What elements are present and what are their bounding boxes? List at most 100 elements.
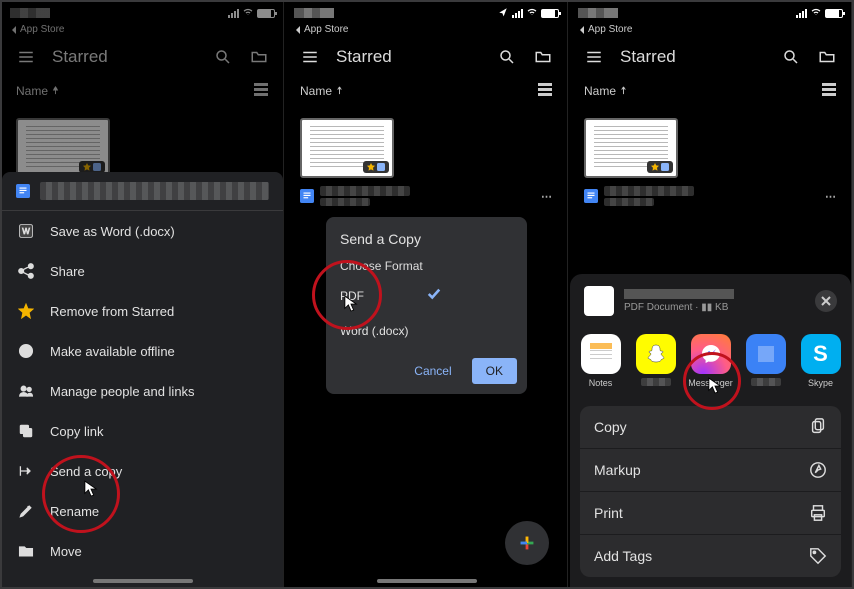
menu-icon[interactable] <box>584 47 604 67</box>
starred-badge <box>363 161 389 173</box>
menu-copy-link[interactable]: Copy link <box>2 411 283 451</box>
share-filename-redacted <box>624 289 734 299</box>
app-bar: Starred <box>2 37 283 77</box>
menu-available-offline[interactable]: Make available offline <box>2 331 283 371</box>
status-bar <box>2 2 283 22</box>
home-indicator <box>377 579 477 583</box>
clock-blur <box>578 8 618 18</box>
page-title: Starred <box>620 47 765 67</box>
ok-button[interactable]: OK <box>472 358 517 384</box>
skype-app-icon: S <box>801 334 841 374</box>
app-label-redacted <box>641 378 671 386</box>
share-app-skype[interactable]: S Skype <box>798 334 843 388</box>
page-title: Starred <box>336 47 481 67</box>
action-print[interactable]: Print <box>580 492 841 535</box>
more-icon[interactable]: ⋯ <box>825 190 837 203</box>
search-icon[interactable] <box>213 47 233 67</box>
view-toggle-icon[interactable] <box>537 81 553 100</box>
docs-file-icon <box>16 184 30 198</box>
sort-row: Name <box>286 77 567 108</box>
folder-icon[interactable] <box>817 47 837 67</box>
sort-row: Name <box>570 77 851 108</box>
action-copy[interactable]: Copy <box>580 406 841 449</box>
ios-share-sheet: PDF Document · ▮▮ KB Notes Messenger <box>570 274 851 587</box>
copy-icon <box>809 418 827 436</box>
sort-button[interactable]: Name <box>584 84 628 98</box>
menu-rename[interactable]: Rename <box>2 491 283 531</box>
share-app-snap[interactable] <box>633 334 678 388</box>
menu-manage-people[interactable]: Manage people and links <box>2 371 283 411</box>
view-toggle-icon[interactable] <box>821 81 837 100</box>
home-indicator <box>93 579 193 583</box>
back-to-appstore[interactable]: App Store <box>570 22 851 37</box>
choose-format-label: Choose Format <box>326 255 527 277</box>
app-label-redacted <box>751 378 781 386</box>
app-bar: Starred <box>286 37 567 77</box>
format-option-pdf[interactable]: PDF <box>326 277 527 314</box>
action-markup[interactable]: Markup <box>580 449 841 492</box>
more-icon[interactable]: ⋯ <box>541 190 553 203</box>
location-icon <box>498 7 508 20</box>
folder-icon[interactable] <box>249 47 269 67</box>
share-app-notes[interactable]: Notes <box>578 334 623 388</box>
wifi-icon <box>243 7 253 20</box>
snap-app-icon <box>636 334 676 374</box>
svg-text:W: W <box>22 227 30 236</box>
signal-icon <box>796 9 807 18</box>
doc-thumb-icon <box>584 286 614 316</box>
clock-blur <box>10 8 50 18</box>
file-item[interactable] <box>584 118 680 178</box>
menu-send-a-copy[interactable]: Send a copy <box>2 451 283 491</box>
markup-icon <box>809 461 827 479</box>
dialog-title: Send a Copy <box>326 217 527 255</box>
clock-blur <box>294 8 334 18</box>
docs-file-icon <box>584 189 598 203</box>
menu-icon[interactable] <box>300 47 320 67</box>
share-actions-list: Copy Markup Print Add Tags <box>580 406 841 577</box>
file-row[interactable]: ⋯ <box>570 182 851 210</box>
action-add-tags[interactable]: Add Tags <box>580 535 841 577</box>
back-to-appstore[interactable]: App Store <box>2 22 283 37</box>
phone-frame-3: App Store Starred Name ⋯ PDF Document · … <box>570 2 852 587</box>
share-app-redacted[interactable] <box>743 334 788 388</box>
format-option-word[interactable]: Word (.docx) <box>326 314 527 348</box>
file-name-redacted <box>40 182 269 200</box>
signal-icon <box>512 9 523 18</box>
menu-share[interactable]: Share <box>2 251 283 291</box>
menu-move[interactable]: Move <box>2 531 283 571</box>
sort-button[interactable]: Name <box>300 84 344 98</box>
search-icon[interactable] <box>497 47 517 67</box>
wifi-icon <box>811 7 821 20</box>
menu-remove-starred[interactable]: Remove from Starred <box>2 291 283 331</box>
page-title: Starred <box>52 47 197 67</box>
print-icon <box>809 504 827 522</box>
phone-frame-2: App Store Starred Name ⋯ Send a Copy Cho… <box>286 2 568 587</box>
back-to-appstore[interactable]: App Store <box>286 22 567 37</box>
sheet-header <box>2 172 283 211</box>
share-app-messenger[interactable]: Messenger <box>688 334 733 388</box>
share-file-meta: PDF Document · ▮▮ KB <box>624 302 805 313</box>
file-name-redacted <box>604 186 694 196</box>
check-icon <box>427 287 514 304</box>
file-meta-redacted <box>320 198 370 206</box>
close-icon[interactable] <box>815 290 837 312</box>
battery-icon <box>541 9 559 18</box>
search-icon[interactable] <box>781 47 801 67</box>
file-row[interactable]: ⋯ <box>286 182 567 210</box>
cancel-button[interactable]: Cancel <box>400 358 465 384</box>
notes-app-icon <box>581 334 621 374</box>
app-bar: Starred <box>570 37 851 77</box>
signal-icon <box>228 9 239 18</box>
fab-new[interactable] <box>505 521 549 565</box>
send-copy-dialog: Send a Copy Choose Format PDF Word (.doc… <box>326 217 527 394</box>
sort-row: Name <box>2 77 283 108</box>
folder-icon[interactable] <box>533 47 553 67</box>
file-item[interactable] <box>300 118 396 178</box>
sort-button[interactable]: Name <box>16 84 60 98</box>
menu-icon[interactable] <box>16 47 36 67</box>
menu-save-as-word[interactable]: WSave as Word (.docx) <box>2 211 283 251</box>
file-item[interactable] <box>16 118 112 178</box>
file-name-redacted <box>320 186 410 196</box>
status-bar <box>286 2 567 22</box>
view-toggle-icon[interactable] <box>253 81 269 100</box>
